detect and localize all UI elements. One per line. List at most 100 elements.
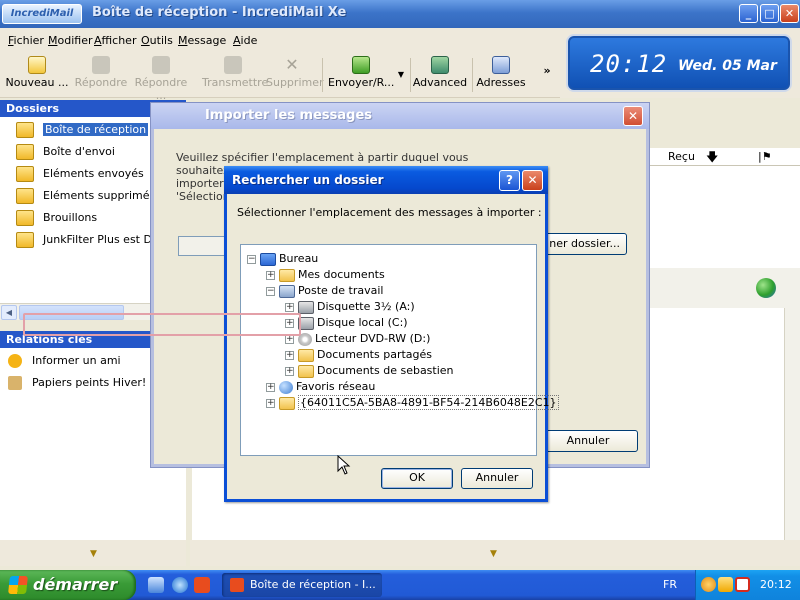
antivirus-icon[interactable] <box>735 577 750 592</box>
addresses-button[interactable]: Adresses <box>476 56 526 96</box>
import-dialog-titlebar[interactable]: Importer les messages ✕ <box>151 103 649 129</box>
collapse-arrow-icon[interactable]: ▼ <box>90 549 97 559</box>
browse-close-button[interactable]: ✕ <box>522 170 543 191</box>
addresses-label: Adresses <box>476 76 526 89</box>
menu-outils[interactable]: Outils <box>141 34 173 47</box>
close-button[interactable]: ✕ <box>780 4 799 23</box>
collapse-icon[interactable]: − <box>266 286 275 296</box>
folder-deleted[interactable]: Eléments supprimés <box>16 187 155 205</box>
folder-drafts[interactable]: Brouillons <box>16 209 97 227</box>
tree-node-documents-sebastien[interactable]: + Documents de sebastien <box>285 363 454 379</box>
folder-outbox[interactable]: Boîte d'envoi <box>16 143 115 161</box>
maximize-button[interactable]: □ <box>760 4 779 23</box>
deleted-icon <box>16 188 34 204</box>
toolbar-separator <box>322 58 323 92</box>
preview-scrollbar[interactable] <box>784 308 800 540</box>
menu-afficher[interactable]: Afficher <box>94 34 136 47</box>
forward-icon <box>224 56 242 74</box>
new-message-button[interactable]: Nouveau ... <box>4 56 70 96</box>
folder-sent[interactable]: Eléments envoyés <box>16 165 144 183</box>
expand-icon[interactable]: + <box>285 366 294 376</box>
help-button[interactable]: ? <box>499 170 520 191</box>
smiley-icon <box>8 354 22 368</box>
import-cancel-button[interactable]: Annuler <box>538 430 638 452</box>
more-tools-button[interactable]: » <box>540 64 554 104</box>
import-dialog-title: Importer les messages <box>205 108 373 123</box>
mail-notifier-icon[interactable] <box>718 577 733 592</box>
clock-panel: 20:12 Wed. 05 Mar <box>560 28 800 98</box>
delete-button[interactable]: ✕ Supprimer <box>266 56 324 96</box>
message-list-header: Reçu 🡇 |⚑ <box>648 148 800 166</box>
tree-node-favoris-reseau[interactable]: + Favoris réseau <box>266 379 375 395</box>
column-received[interactable]: Reçu <box>668 150 695 163</box>
taskbar-item-inbox[interactable]: Boîte de réception - I... <box>222 573 382 597</box>
import-close-button[interactable]: ✕ <box>623 106 643 126</box>
tree-node-lecteur-dvd[interactable]: + Lecteur DVD-RW (D:) <box>285 331 430 347</box>
incredimail-tray-icon[interactable] <box>701 577 716 592</box>
toolbar-separator <box>410 58 411 92</box>
delete-label: Supprimer <box>266 76 324 89</box>
folder-inbox[interactable]: Boîte de réception <box>16 121 149 139</box>
forward-button[interactable]: Transmettre <box>202 56 268 96</box>
scroll-left-icon[interactable]: ◀ <box>1 305 17 320</box>
tree-node-guid-folder[interactable]: + {64011C5A-5BA8-4891-BF54-214B6048E2C1} <box>266 395 559 411</box>
floppy-icon <box>298 300 314 314</box>
inform-friend-link[interactable]: Informer un ami <box>8 352 121 370</box>
forward-label: Transmettre <box>202 76 269 89</box>
menu-message[interactable]: Message <box>178 34 226 47</box>
reply-label: Répondre <box>74 76 128 89</box>
send-receive-label: Envoyer/R... <box>328 76 395 89</box>
folder-icon <box>279 396 295 410</box>
folder-tree[interactable]: − Bureau + Mes documents − Poste de travail… <box>240 244 559 456</box>
expand-icon[interactable]: + <box>285 302 294 312</box>
show-desktop-icon[interactable] <box>148 577 164 593</box>
ok-button[interactable]: OK <box>381 468 453 489</box>
minimize-button[interactable]: _ <box>739 4 758 23</box>
collapse-arrow-icon[interactable]: ▼ <box>490 549 497 559</box>
collapse-icon[interactable]: − <box>247 254 256 264</box>
mouse-cursor-icon <box>337 455 351 475</box>
cancel-button[interactable]: Annuler <box>461 468 533 489</box>
wallpaper-icon <box>8 376 22 390</box>
start-button[interactable]: démarrer <box>0 570 136 600</box>
column-flag[interactable]: |⚑ <box>758 150 772 163</box>
tree-node-disquette[interactable]: + Disquette 3½ (A:) <box>285 299 415 315</box>
tray-clock[interactable]: 20:12 <box>760 578 792 591</box>
toolbar: Nouveau ... Répondre Répondre ... Transm… <box>0 52 560 102</box>
language-indicator[interactable]: FR <box>663 578 677 591</box>
expand-icon[interactable]: + <box>285 350 294 360</box>
tree-node-poste-de-travail[interactable]: − Poste de travail <box>266 283 383 299</box>
drafts-icon <box>16 210 34 226</box>
browse-dialog-titlebar[interactable]: Rechercher un dossier ? ✕ <box>224 166 548 194</box>
reply-button[interactable]: Répondre <box>74 56 128 96</box>
send-receive-button[interactable]: Envoyer/R... <box>328 56 394 96</box>
expand-icon[interactable]: + <box>266 398 275 408</box>
message-list[interactable] <box>648 166 800 268</box>
tree-node-mes-documents[interactable]: + Mes documents <box>266 267 385 283</box>
title-bar[interactable]: IncrediMail Boîte de réception - Incredi… <box>0 0 800 28</box>
address-book-icon <box>492 56 510 74</box>
right-pane-splitter[interactable]: ▼ <box>190 540 800 566</box>
advanced-button[interactable]: Advanced <box>412 56 468 96</box>
internet-explorer-icon[interactable] <box>172 577 188 593</box>
tree-node-bureau[interactable]: − Bureau <box>247 251 318 267</box>
tree-node-documents-partages[interactable]: + Documents partagés <box>285 347 432 363</box>
winter-wallpapers-link[interactable]: Papiers peints Hiver! <box>8 374 146 392</box>
incredimail-icon <box>230 578 244 592</box>
incredimail-quicklaunch-icon[interactable] <box>194 577 210 593</box>
tree-node-disque-local[interactable]: + Disque local (C:) <box>285 315 408 331</box>
menu-aide[interactable]: Aide <box>233 34 257 47</box>
folder-icon <box>298 364 314 378</box>
outbox-icon <box>16 144 34 160</box>
computer-icon <box>279 284 295 298</box>
folder-icon <box>298 348 314 362</box>
expand-icon[interactable]: + <box>266 382 275 392</box>
expand-icon[interactable]: + <box>266 270 275 280</box>
menu-fichier[interactable]: Fichier <box>8 34 44 47</box>
menu-modifier[interactable]: Modifier <box>48 34 93 47</box>
reply-all-button[interactable]: Répondre ... <box>130 56 192 102</box>
left-pane-splitter[interactable]: ▼ <box>0 540 186 566</box>
folder-junkfilter[interactable]: JunkFilter Plus est DÉS <box>16 231 166 249</box>
globe-icon[interactable] <box>756 278 776 298</box>
system-tray: 20:12 <box>695 570 800 600</box>
